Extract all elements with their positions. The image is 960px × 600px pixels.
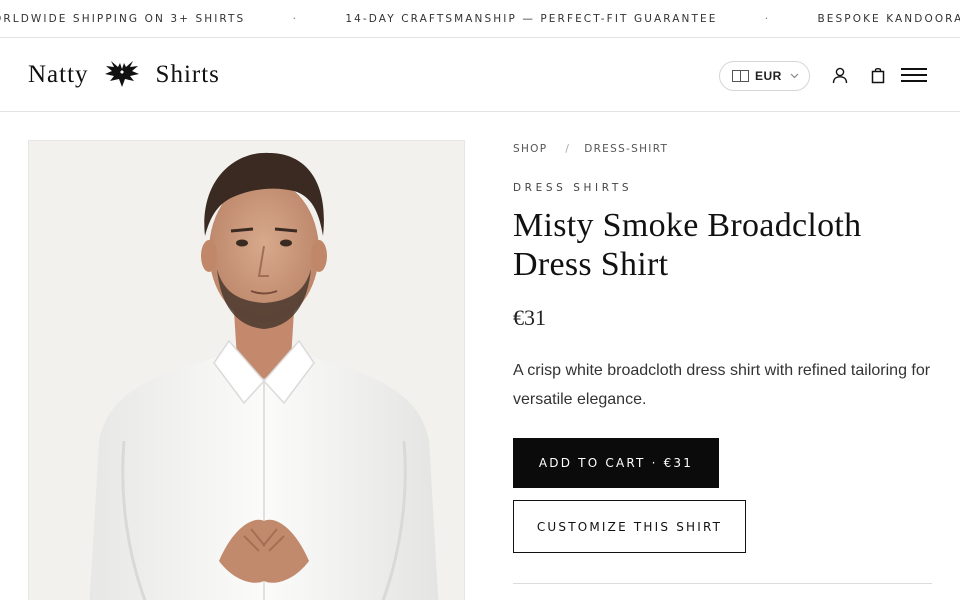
site-header: Natty Shirts EUR [0, 38, 960, 112]
add-to-cart-button[interactable]: ADD TO CART · €31 [513, 438, 719, 488]
announcement-track: ORLDWIDE SHIPPING ON 3+ SHIRTS · 14-DAY … [0, 0, 960, 37]
account-icon[interactable] [831, 66, 849, 84]
product-description: A crisp white broadcloth dress shirt wit… [513, 362, 931, 408]
product-title: Misty Smoke Broadcloth Dress Shirt [513, 207, 862, 283]
product-photo [29, 141, 464, 600]
customize-shirt-button[interactable]: CUSTOMIZE THIS SHIRT [513, 500, 746, 553]
logo-text-left: Natty [28, 61, 89, 88]
currency-selector[interactable]: EUR [719, 61, 810, 91]
announcement-message: BESPOKE KANDOORA COLLECTION [817, 13, 960, 25]
flag-icon [732, 70, 749, 82]
breadcrumb-link-shop[interactable]: SHOP [513, 143, 547, 155]
breadcrumb-link-dress-shirt[interactable]: DRESS-SHIRT [584, 143, 668, 155]
site-logo[interactable]: Natty Shirts [28, 38, 220, 112]
announcement-separator: · [292, 13, 299, 25]
product-price: €31 [513, 305, 546, 330]
cart-icon[interactable] [869, 66, 887, 84]
divider [513, 583, 932, 584]
eagle-logo-icon [104, 61, 139, 87]
chevron-down-icon [790, 73, 799, 79]
announcement-message: 14-DAY CRAFTSMANSHIP — PERFECT-FIT GUARA… [345, 13, 718, 25]
announcement-bar: ORLDWIDE SHIPPING ON 3+ SHIRTS · 14-DAY … [0, 0, 960, 38]
product-image[interactable] [28, 140, 465, 600]
announcement-message: ORLDWIDE SHIPPING ON 3+ SHIRTS [0, 13, 246, 25]
breadcrumb: SHOP / DRESS-SHIRT [513, 143, 668, 155]
currency-label: EUR [755, 69, 782, 83]
product-category: DRESS SHIRTS [513, 182, 633, 194]
breadcrumb-separator: / [565, 143, 571, 155]
logo-text-right: Shirts [155, 61, 220, 88]
announcement-separator: · [764, 13, 771, 25]
menu-icon[interactable] [901, 67, 927, 83]
